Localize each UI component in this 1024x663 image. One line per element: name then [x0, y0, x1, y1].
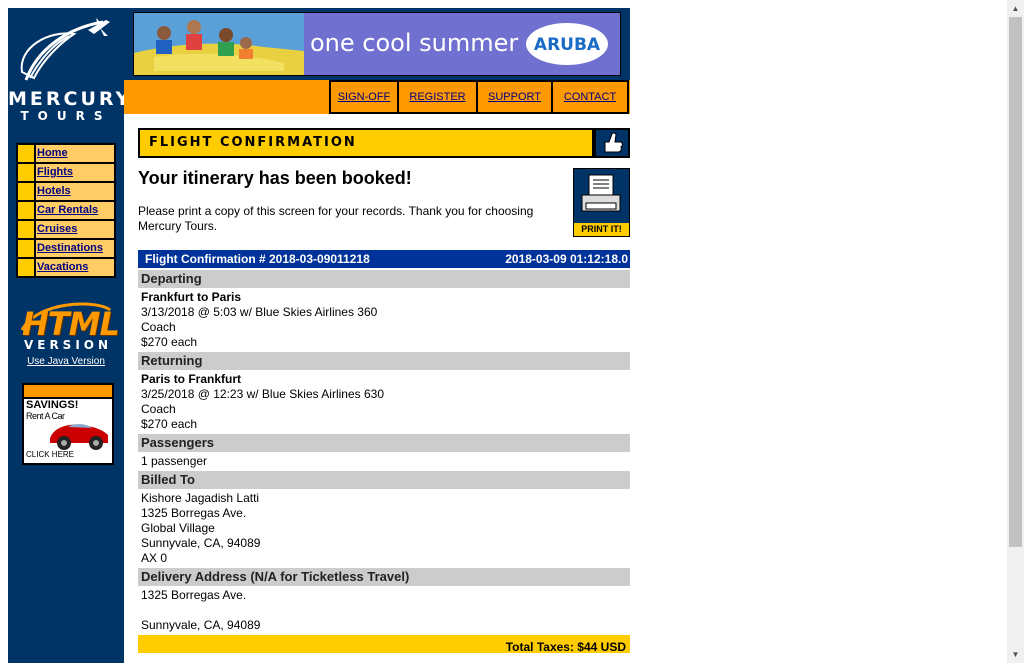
billed-city: Sunnyvale, CA, 94089 [141, 536, 261, 550]
confirmation-timestamp: 2018-03-09 01:12:18.0 [505, 252, 628, 266]
ad-cta: CLICK HERE [26, 450, 75, 459]
returning-details: Paris to Frankfurt 3/25/2018 @ 12:23 w/ … [138, 372, 630, 432]
ad-top-bar [24, 385, 112, 399]
brand-name: MERCURY [8, 88, 133, 110]
departing-route: Frankfurt to Paris [141, 290, 242, 304]
returning-route: Paris to Frankfurt [141, 372, 242, 386]
confirmation-header: Flight Confirmation # 2018-03-09011218 2… [138, 250, 630, 268]
scroll-up-arrow-icon[interactable]: ▲ [1007, 0, 1024, 17]
ad-title: SAVINGS! [26, 399, 79, 411]
billed-address-2: Global Village [141, 521, 215, 535]
section-title: FLIGHT CONFIRMATION [140, 130, 592, 156]
returning-class: Coach [141, 402, 176, 416]
nav-swatch [18, 240, 34, 257]
aruba-logo-text: ARUBA [533, 35, 601, 55]
vertical-scrollbar[interactable]: ▲ ▼ [1007, 0, 1024, 663]
kids-on-raft-photo [134, 13, 304, 75]
sidebar-item-flights: Flights [16, 164, 116, 181]
sidebar-link-destinations[interactable]: Destinations [36, 240, 114, 257]
airplane-logo-icon [20, 18, 110, 81]
nav-swatch [18, 145, 34, 162]
delivery-city: Sunnyvale, CA, 94089 [141, 618, 261, 632]
printer-icon [581, 174, 621, 212]
delivery-details: 1325 Borregas Ave. Sunnyvale, CA, 94089 [138, 588, 630, 633]
billed-to-heading: Billed To [138, 471, 630, 489]
departing-flight: 3/13/2018 @ 5:03 w/ Blue Skies Airlines … [141, 305, 378, 319]
aruba-ad-banner[interactable]: one cool summer ARUBA [133, 12, 621, 76]
delivery-address: 1325 Borregas Ave. [141, 588, 247, 602]
sidebar-link-car-rentals[interactable]: Car Rentals [36, 202, 114, 219]
sidebar-link-vacations[interactable]: Vacations [36, 259, 114, 276]
billed-address: 1325 Borregas Ave. [141, 506, 247, 520]
departing-heading: Departing [138, 270, 630, 288]
total-taxes: Total Taxes: $44 USD [138, 635, 630, 653]
use-java-version-link[interactable]: Use Java Version [8, 356, 124, 367]
passengers-details: 1 passenger [138, 454, 630, 469]
billed-name: Kishore Jagadish Latti [141, 491, 260, 505]
sidebar-item-car-rentals: Car Rentals [16, 202, 116, 219]
departing-price: $270 each [141, 335, 198, 349]
nav-swatch [18, 259, 34, 276]
passengers-heading: Passengers [138, 434, 630, 452]
billed-card: AX 0 [141, 551, 168, 565]
sidebar-link-hotels[interactable]: Hotels [36, 183, 114, 200]
header-banner: one cool summer ARUBA [124, 8, 630, 80]
sidebar-item-vacations: Vacations [16, 259, 116, 276]
scrollbar-thumb[interactable] [1009, 17, 1022, 547]
banner-tagline: one cool summer [310, 29, 519, 57]
departing-details: Frankfurt to Paris 3/13/2018 @ 5:03 w/ B… [138, 290, 630, 350]
delivery-address-2 [141, 603, 630, 618]
sidebar-link-flights[interactable]: Flights [36, 164, 114, 181]
version-text: VERSION [23, 338, 113, 352]
sidebar-nav: Home Flights Hotels Car Rentals Cruises … [16, 143, 116, 278]
sidebar-link-home[interactable]: Home [36, 145, 114, 162]
page-heading: Your itinerary has been booked! [138, 168, 412, 188]
nav-swatch [18, 183, 34, 200]
confirmation-number: Flight Confirmation # 2018-03-09011218 [145, 252, 370, 266]
delivery-heading: Delivery Address (N/A for Ticketless Tra… [138, 568, 630, 586]
print-message: Please print a copy of this screen for y… [138, 204, 534, 233]
scroll-down-arrow-icon[interactable]: ▼ [1007, 646, 1024, 663]
html-logo-text: HTML [22, 305, 120, 343]
sidebar-item-cruises: Cruises [16, 221, 116, 238]
top-nav-strip: SIGN-OFF REGISTER SUPPORT CONTACT [124, 80, 630, 114]
support-link[interactable]: SUPPORT [478, 82, 551, 112]
billed-to-details: Kishore Jagadish Latti 1325 Borregas Ave… [138, 491, 630, 566]
nav-swatch [18, 202, 34, 219]
departing-class: Coach [141, 320, 176, 334]
confirmation-table: Flight Confirmation # 2018-03-09011218 2… [138, 250, 630, 653]
passengers-count: 1 passenger [141, 454, 208, 468]
returning-heading: Returning [138, 352, 630, 370]
sidebar-item-hotels: Hotels [16, 183, 116, 200]
red-car-icon [50, 424, 108, 450]
sidebar: MERCURY TOURS Home Flights Hotels Car Re… [8, 8, 133, 663]
register-link[interactable]: REGISTER [399, 82, 476, 112]
nav-swatch [18, 221, 34, 238]
sign-off-link[interactable]: SIGN-OFF [331, 82, 397, 112]
sidebar-item-home: Home [16, 145, 116, 162]
print-button[interactable]: PRINT IT! [573, 168, 630, 237]
contact-link[interactable]: CONTACT [553, 82, 627, 112]
sidebar-link-cruises[interactable]: Cruises [36, 221, 114, 238]
section-title-bar: FLIGHT CONFIRMATION [138, 128, 630, 158]
nav-swatch [18, 164, 34, 181]
returning-flight: 3/25/2018 @ 12:23 w/ Blue Skies Airlines… [141, 387, 384, 401]
returning-price: $270 each [141, 417, 198, 431]
aruba-logo: ARUBA [526, 23, 608, 65]
top-nav: SIGN-OFF REGISTER SUPPORT CONTACT [329, 80, 629, 114]
brand-subname: TOURS [20, 109, 112, 123]
mercury-tours-logo[interactable]: MERCURY TOURS [8, 8, 133, 138]
html-version-logo: HTML VERSION [8, 300, 124, 356]
print-button-label: PRINT IT! [574, 223, 629, 236]
sidebar-item-destinations: Destinations [16, 240, 116, 257]
rent-a-car-ad[interactable]: SAVINGS! Rent A Car CLICK HERE [22, 383, 114, 465]
thumbs-up-icon [596, 130, 628, 156]
